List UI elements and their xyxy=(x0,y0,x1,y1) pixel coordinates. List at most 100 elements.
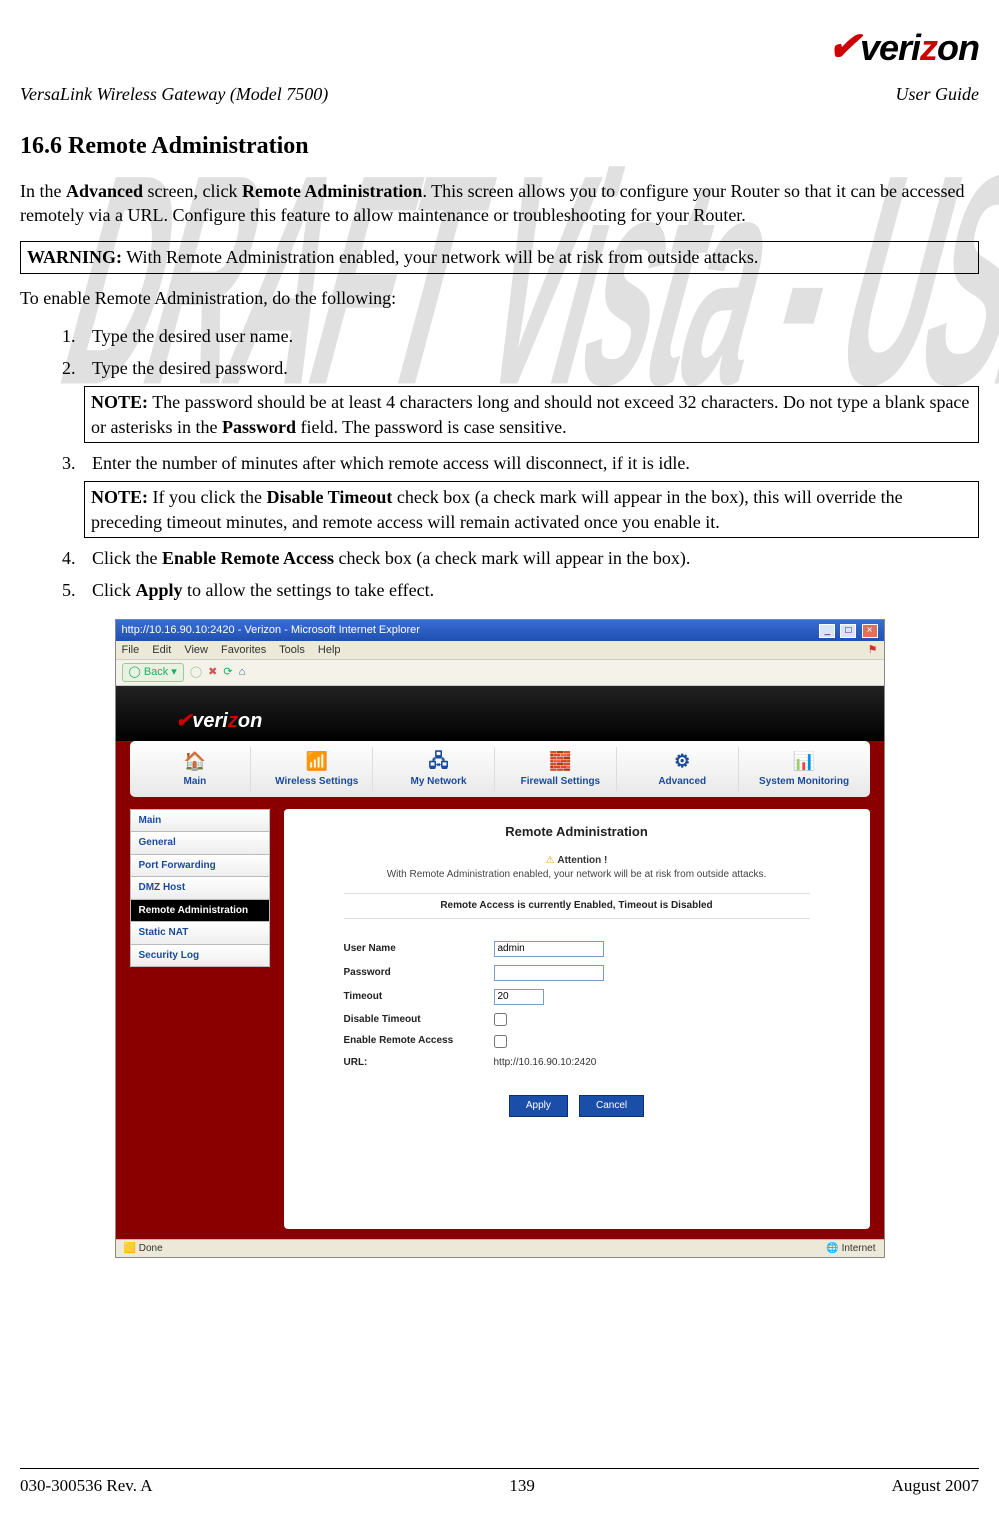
url-value: http://10.16.90.10:2420 xyxy=(494,1056,597,1070)
ie-titlebar: http://10.16.90.10:2420 - Verizon - Micr… xyxy=(116,620,884,641)
nav-main[interactable]: 🏠 Main xyxy=(140,747,252,791)
ie-title-text: http://10.16.90.10:2420 - Verizon - Micr… xyxy=(122,623,420,638)
home-nav-icon: 🏠 xyxy=(181,749,209,773)
status-zone: 🌐 Internet xyxy=(826,1242,875,1256)
note-2: NOTE: If you click the Disable Timeout c… xyxy=(84,481,979,538)
content-panel: Remote Administration ⚠ Attention ! With… xyxy=(284,809,870,1229)
doc-title-right: User Guide xyxy=(896,82,980,106)
attention-block: ⚠ Attention ! With Remote Administration… xyxy=(304,854,850,881)
maximize-icon[interactable]: □ xyxy=(840,624,856,638)
nav-main-label: Main xyxy=(184,775,207,789)
sidebar: Main General Port Forwarding DMZ Host Re… xyxy=(130,809,270,1229)
sidebar-item-general[interactable]: General xyxy=(130,831,270,854)
label-url: URL: xyxy=(344,1056,494,1070)
nav-network-label: My Network xyxy=(411,775,467,789)
status-done-label: Done xyxy=(139,1243,163,1254)
nav-system-label: System Monitoring xyxy=(759,775,849,789)
nav-firewall-label: Firewall Settings xyxy=(521,775,600,789)
menu-file[interactable]: File xyxy=(122,644,140,656)
label-password: Password xyxy=(344,966,494,980)
logo-post: on xyxy=(937,27,979,68)
router-logo-pre: veri xyxy=(192,710,228,732)
nav-wireless-label: Wireless Settings xyxy=(275,775,358,789)
ie-menubar: File Edit View Favorites Tools Help ⚑ xyxy=(116,641,884,661)
ie-window: http://10.16.90.10:2420 - Verizon - Micr… xyxy=(115,619,885,1259)
note-2-label: NOTE: xyxy=(91,487,148,507)
menu-tools[interactable]: Tools xyxy=(279,644,305,656)
sidebar-item-main[interactable]: Main xyxy=(130,809,270,832)
verizon-logo: ✔verizon xyxy=(20,20,979,74)
label-disable-timeout: Disable Timeout xyxy=(344,1013,494,1027)
menu-favorites[interactable]: Favorites xyxy=(221,644,266,656)
nav-wireless[interactable]: 📶 Wireless Settings xyxy=(261,747,373,791)
nav-firewall[interactable]: 🧱 Firewall Settings xyxy=(505,747,617,791)
status-zone-label: Internet xyxy=(842,1243,876,1254)
attention-body: With Remote Administration enabled, your… xyxy=(387,869,767,880)
lead-text: To enable Remote Administration, do the … xyxy=(20,286,979,310)
footer-left: 030-300536 Rev. A xyxy=(20,1475,153,1498)
step-3: Enter the number of minutes after which … xyxy=(80,451,979,538)
menu-edit[interactable]: Edit xyxy=(152,644,171,656)
attention-heading: Attention ! xyxy=(557,855,607,866)
apply-button[interactable]: Apply xyxy=(509,1095,568,1117)
footer-center: 139 xyxy=(509,1475,535,1498)
disable-timeout-checkbox[interactable] xyxy=(494,1013,507,1026)
back-label: Back xyxy=(144,665,168,680)
timeout-input[interactable] xyxy=(494,989,544,1005)
forward-button[interactable]: ◯ xyxy=(190,665,202,680)
router-navbar: 🏠 Main 📶 Wireless Settings 🖧My Network 🧱 Fi… xyxy=(130,741,870,797)
menu-help[interactable]: Help xyxy=(318,644,341,656)
sidebar-item-remoteadmin[interactable]: Remote Administration xyxy=(130,899,270,922)
nav-system[interactable]: 📊System Monitoring xyxy=(749,747,860,791)
footer-right: August 2007 xyxy=(892,1475,979,1498)
firewall-icon: 🧱 xyxy=(546,749,574,773)
cancel-button[interactable]: Cancel xyxy=(579,1095,644,1117)
sidebar-item-portfwd[interactable]: Port Forwarding xyxy=(130,854,270,877)
minimize-icon[interactable]: _ xyxy=(819,624,835,638)
nav-advanced[interactable]: ⚙ Advanced xyxy=(627,747,739,791)
password-input[interactable] xyxy=(494,965,604,981)
sidebar-item-staticnat[interactable]: Static NAT xyxy=(130,921,270,944)
label-username: User Name xyxy=(344,942,494,956)
warning-label: WARNING: xyxy=(27,247,122,267)
status-done: 🟨 Done xyxy=(124,1242,163,1256)
sidebar-item-dmz[interactable]: DMZ Host xyxy=(130,876,270,899)
step-5: Click Apply to allow the settings to tak… xyxy=(80,578,979,602)
ie-toolbar: ◯ Back ▾ ◯ ✖ ⟳ ⌂ xyxy=(116,660,884,686)
wireless-icon: 📶 xyxy=(303,749,331,773)
step-1: Type the desired user name. xyxy=(80,324,979,348)
username-input[interactable] xyxy=(494,941,604,957)
note-1: NOTE: The password should be at least 4 … xyxy=(84,386,979,443)
doc-title-left: VersaLink Wireless Gateway (Model 7500) xyxy=(20,82,328,106)
ie-statusbar: 🟨 Done 🌐 Internet xyxy=(116,1239,884,1258)
step-3-text: Enter the number of minutes after which … xyxy=(92,453,690,473)
close-icon[interactable]: × xyxy=(862,624,878,638)
logo-pre: veri xyxy=(860,27,920,68)
step-2: Type the desired password. NOTE: The pas… xyxy=(80,356,979,443)
back-button[interactable]: ◯ Back ▾ xyxy=(122,663,184,682)
intro-paragraph: In the Advanced screen, click Remote Adm… xyxy=(20,179,979,228)
router-logo-post: on xyxy=(238,710,262,732)
section-title: 16.6 Remote Administration xyxy=(20,130,979,162)
ie-throbber-icon: ⚑ xyxy=(868,643,878,658)
warning-box: WARNING: With Remote Administration enab… xyxy=(20,241,979,273)
warning-icon: ⚠ xyxy=(546,855,555,866)
label-enable-remote: Enable Remote Access xyxy=(344,1034,494,1048)
label-timeout: Timeout xyxy=(344,990,494,1004)
step-2-text: Type the desired password. xyxy=(92,358,288,378)
step-4: Click the Enable Remote Access check box… xyxy=(80,546,979,570)
enable-remote-checkbox[interactable] xyxy=(494,1035,507,1048)
sidebar-item-seclog[interactable]: Security Log xyxy=(130,944,270,968)
nav-network[interactable]: 🖧My Network xyxy=(383,747,495,791)
stop-icon[interactable]: ✖ xyxy=(208,665,217,680)
advanced-icon: ⚙ xyxy=(668,749,696,773)
panel-title: Remote Administration xyxy=(304,823,850,841)
refresh-icon[interactable]: ⟳ xyxy=(223,665,232,680)
status-line: Remote Access is currently Enabled, Time… xyxy=(344,893,810,919)
menu-view[interactable]: View xyxy=(184,644,208,656)
nav-advanced-label: Advanced xyxy=(658,775,706,789)
home-icon[interactable]: ⌂ xyxy=(239,665,246,680)
router-logo: ✔verizon xyxy=(176,708,263,735)
note-1-label: NOTE: xyxy=(91,392,148,412)
router-header: ✔verizon xyxy=(116,686,884,741)
